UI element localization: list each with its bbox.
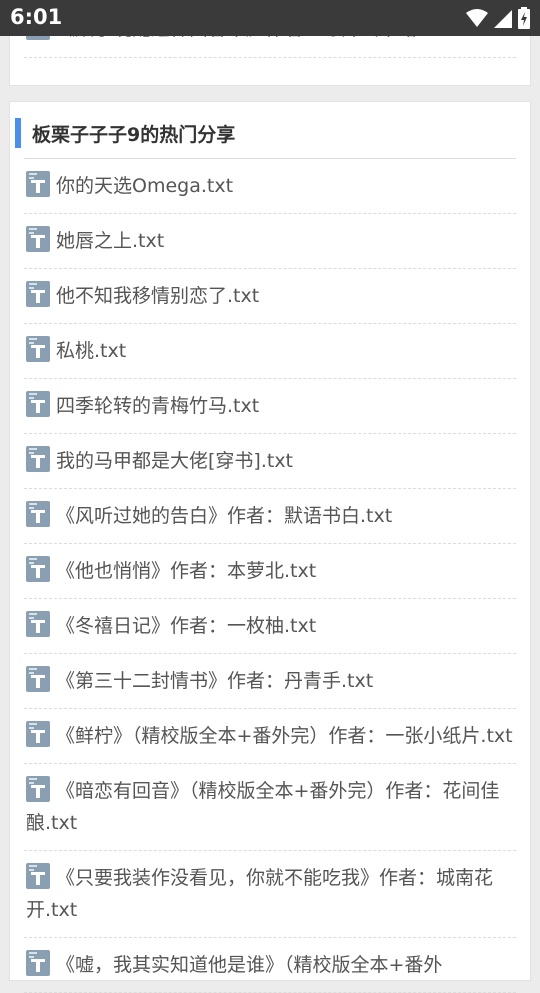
item-title: 你的天选Omega.txt	[56, 175, 234, 197]
section-title: 板栗子子子9的热门分享	[32, 124, 236, 146]
item-title: 《鲜柠》（精校版全本+番外完）作者：一张小纸片.txt	[56, 725, 513, 747]
signal-icon	[494, 10, 512, 28]
txt-file-icon	[26, 446, 50, 472]
list-item[interactable]: 《暗恋有回音》（精校版全本+番外完）作者：花间佳酿.txt	[24, 764, 516, 851]
item-title: 私桃.txt	[56, 340, 127, 362]
status-time: 6:01	[10, 5, 63, 29]
txt-file-icon	[26, 556, 50, 582]
txt-file-icon	[26, 226, 50, 252]
list-item[interactable]: 他不知我移情别恋了.txt	[24, 269, 516, 324]
txt-file-icon	[26, 863, 50, 889]
list-item[interactable]: 《只要我装作没看见，你就不能吃我》作者：城南花开.txt	[24, 851, 516, 938]
txt-file-icon	[26, 721, 50, 747]
wifi-icon	[466, 9, 488, 27]
status-icons	[466, 7, 530, 29]
list-item[interactable]: 《风听过她的告白》作者：默语书白.txt	[24, 489, 516, 544]
list-item[interactable]: 《冬禧日记》作者：一枚柚.txt	[24, 599, 516, 654]
list-item[interactable]: 你的天选Omega.txt	[24, 159, 516, 214]
list-item[interactable]: 我的马甲都是大佬[穿书].txt	[24, 434, 516, 489]
item-title: 《冬禧日记》作者：一枚柚.txt	[56, 615, 317, 637]
txt-file-icon	[26, 336, 50, 362]
list-item[interactable]: 《嘘，我其实知道他是谁》（精校版全本+番外	[24, 938, 516, 993]
item-title: 她唇之上.txt	[56, 230, 165, 252]
txt-file-icon	[26, 611, 50, 637]
txt-file-icon	[26, 171, 50, 197]
shared-file-list: 你的天选Omega.txt 她唇之上.txt 他不知我移情别恋了.txt 私桃.txt…	[10, 159, 530, 993]
list-item[interactable]: 四季轮转的青梅竹马.txt	[24, 379, 516, 434]
battery-icon	[518, 7, 530, 29]
status-bar: 6:01	[0, 0, 540, 36]
list-item[interactable]: 《鲜柠》（精校版全本+番外完）作者：一张小纸片.txt	[24, 709, 516, 764]
section-heading: 板栗子子子9的热门分享	[15, 102, 516, 159]
hot-shares-card: 板栗子子子9的热门分享 你的天选Omega.txt 她唇之上.txt 他不知我移情别…	[9, 101, 531, 993]
txt-file-icon	[26, 501, 50, 527]
item-title: 《只要我装作没看见，你就不能吃我》作者：城南花开.txt	[26, 867, 494, 921]
item-title: 四季轮转的青梅竹马.txt	[56, 395, 260, 417]
item-title: 《第三十二封情书》作者：丹青手.txt	[56, 670, 374, 692]
list-item[interactable]: 《他也悄悄》作者：本萝北.txt	[24, 544, 516, 599]
txt-file-icon	[26, 281, 50, 307]
item-title: 我的马甲都是大佬[穿书].txt	[56, 450, 294, 472]
item-title: 《他也悄悄》作者：本萝北.txt	[56, 560, 317, 582]
item-title: 《风听过她的告白》作者：默语书白.txt	[56, 505, 393, 527]
accent-bar	[15, 118, 21, 148]
item-title: 《暗恋有回音》（精校版全本+番外完）作者：花间佳酿.txt	[26, 780, 500, 834]
txt-file-icon	[26, 391, 50, 417]
txt-file-icon	[26, 776, 50, 802]
list-item[interactable]: 她唇之上.txt	[24, 214, 516, 269]
txt-file-icon	[26, 950, 50, 976]
list-item[interactable]: 《第三十二封情书》作者：丹青手.txt	[24, 654, 516, 709]
list-item[interactable]: 私桃.txt	[24, 324, 516, 379]
item-title: 他不知我移情别恋了.txt	[56, 285, 260, 307]
item-title: 《嘘，我其实知道他是谁》（精校版全本+番外	[56, 954, 443, 976]
txt-file-icon	[26, 666, 50, 692]
